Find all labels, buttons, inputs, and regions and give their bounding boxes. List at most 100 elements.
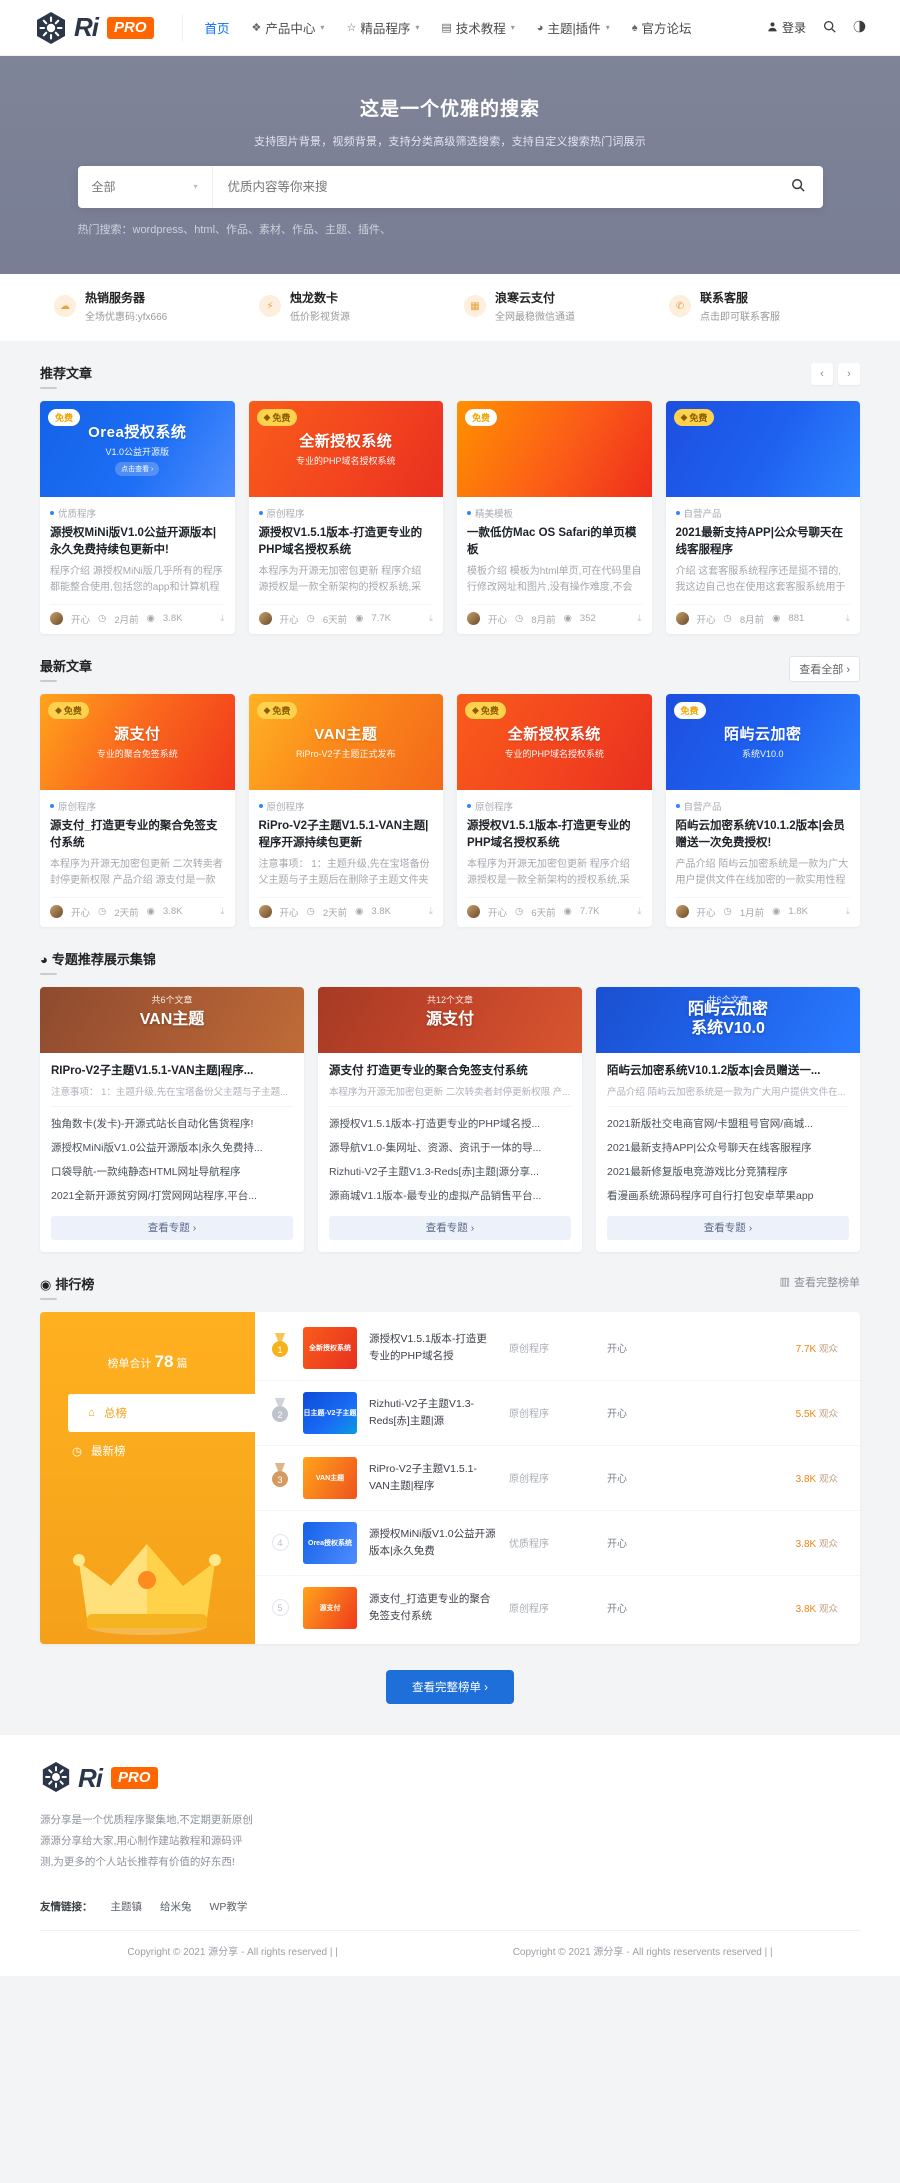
nav-item-forum[interactable]: ♠ 官方论坛 xyxy=(632,18,692,37)
article-author[interactable]: 开心 xyxy=(280,905,299,919)
rank-thumbnail[interactable]: 源支付 xyxy=(303,1586,357,1629)
footer-link-2[interactable]: WP教学 xyxy=(210,1899,248,1914)
rank-title[interactable]: 源授权MiNi版V1.0公益开源版本|永久免费 xyxy=(369,1526,497,1561)
topic-view-button[interactable]: 查看专题 › xyxy=(51,1215,293,1240)
rank-thumbnail[interactable]: VAN主题 xyxy=(303,1456,357,1499)
nav-item-themes[interactable]: ◕ 主题|插件 ▾ xyxy=(537,18,610,37)
article-card[interactable]: ◆ 免费 VAN主题 RiPro-V2子主题正式发布 原创程序 RiPro-V2子… xyxy=(248,693,443,927)
topic-list-item[interactable]: 看漫画系统源码程序可自行打包安卓苹果app xyxy=(607,1188,849,1203)
ranking-tab-latest[interactable]: ◷ 最新榜 xyxy=(40,1432,255,1470)
article-author[interactable]: 开心 xyxy=(697,612,716,626)
nav-item-products[interactable]: ❖ 产品中心 ▾ xyxy=(252,18,325,37)
article-category[interactable]: 优质程序 xyxy=(50,506,225,520)
nav-item-tutorials[interactable]: ▤ 技术教程 ▾ xyxy=(441,18,514,37)
article-thumbnail[interactable]: ◆ 免费 全新授权系统 专业的PHP域名授权系统 xyxy=(248,400,443,497)
article-card[interactable]: 免费 精美模板 一款低仿Mac OS Safari的单页模板 模板介绍 模板为h… xyxy=(457,400,652,634)
carousel-prev-button[interactable]: ‹ xyxy=(811,362,833,385)
rank-author[interactable]: 开心 xyxy=(607,1535,673,1550)
feature-item-payment[interactable]: ▦ 浪寒云支付 全网最稳微信通道 xyxy=(450,290,655,323)
rank-author[interactable]: 开心 xyxy=(607,1470,673,1485)
rank-category[interactable]: 原创程序 xyxy=(509,1600,595,1615)
article-thumbnail[interactable]: 免费 陌屿云加密 系统V10.0 xyxy=(665,693,860,790)
rank-thumbnail[interactable]: Orea授权系统 xyxy=(303,1521,357,1564)
article-author[interactable]: 开心 xyxy=(280,612,299,626)
footer-link-0[interactable]: 主题镇 xyxy=(111,1899,143,1914)
rank-title[interactable]: RiPro-V2子主题V1.5.1-VAN主题|程序 xyxy=(369,1461,497,1496)
search-input[interactable] xyxy=(212,165,773,208)
nav-item-home[interactable]: 首页 xyxy=(205,18,230,37)
topic-list-item[interactable]: 2021全新开源贫穷网/打赏网网站程序,平台... xyxy=(51,1188,293,1203)
article-title[interactable]: 一款低仿Mac OS Safari的单页模板 xyxy=(467,525,642,559)
ranking-row[interactable]: 5 源支付 源支付_打造更专业的聚合免签支付系统 原创程序 开心 3.8K 观众 xyxy=(255,1576,860,1640)
rank-title[interactable]: 源授权V1.5.1版本-打造更专业的PHP域名授 xyxy=(369,1331,497,1366)
download-icon[interactable]: ⤓ xyxy=(846,613,850,624)
article-thumbnail[interactable]: 免费 Orea授权系统 V1.0公益开源版 点击查看 › xyxy=(40,400,235,497)
topic-headline[interactable]: 源支付 打造更专业的聚合免签支付系统 xyxy=(329,1063,571,1079)
site-logo[interactable]: Ri PRO xyxy=(34,11,154,45)
rank-title[interactable]: 源支付_打造更专业的聚合免签支付系统 xyxy=(369,1591,497,1626)
article-card[interactable]: ◆ 免费 全新授权系统 专业的PHP域名授权系统 原创程序 源授权V1.5.1版本… xyxy=(248,400,443,634)
nav-item-premium[interactable]: ☆ 精品程序 ▾ xyxy=(346,18,419,37)
footer-link-1[interactable]: 给米兔 xyxy=(160,1899,192,1914)
article-category[interactable]: 原创程序 xyxy=(258,799,434,813)
topic-list-item[interactable]: 2021最新修复版电竞游戏比分竞猜程序 xyxy=(607,1164,849,1179)
article-title[interactable]: 源授权V1.5.1版本-打造更专业的PHP域名授权系统 xyxy=(467,818,642,852)
article-author[interactable]: 开心 xyxy=(697,905,716,919)
article-category[interactable]: 自营产品 xyxy=(675,799,851,813)
download-icon[interactable]: ⤓ xyxy=(429,906,433,917)
download-icon[interactable]: ⤓ xyxy=(637,906,641,917)
ranking-row[interactable]: 4 Orea授权系统 源授权MiNi版V1.0公益开源版本|永久免费 优质程序 … xyxy=(255,1511,860,1576)
rank-category[interactable]: 优质程序 xyxy=(509,1535,595,1550)
rank-category[interactable]: 原创程序 xyxy=(509,1405,595,1420)
search-submit-button[interactable] xyxy=(773,178,823,195)
article-author[interactable]: 开心 xyxy=(71,905,90,919)
rank-author[interactable]: 开心 xyxy=(607,1340,673,1355)
topic-view-button[interactable]: 查看专题 › xyxy=(607,1215,849,1240)
article-title[interactable]: 源授权V1.5.1版本-打造更专业的PHP域名授权系统 xyxy=(259,525,434,559)
topic-list-item[interactable]: 2021最新支持APP|公众号聊天在线客服程序 xyxy=(607,1140,849,1155)
article-card[interactable]: ◆ 免费 自营产品 2021最新支持APP|公众号聊天在线客服程序 介绍 这套客服… xyxy=(665,400,860,634)
article-title[interactable]: 源授权MiNi版V1.0公益开源版本|永久免费持续包更新中! xyxy=(50,525,225,559)
download-icon[interactable]: ⤓ xyxy=(637,613,641,624)
article-thumbnail[interactable]: ◆ 免费 xyxy=(665,400,860,497)
login-button[interactable]: 登录 xyxy=(767,19,806,36)
feature-item-server[interactable]: ☁ 热销服务器 全场优惠码:yfx666 xyxy=(40,290,245,323)
rank-author[interactable]: 开心 xyxy=(607,1600,673,1615)
topic-list-item[interactable]: 源导航V1.0-集网址、资源、资讯于一体的导... xyxy=(329,1140,571,1155)
article-card[interactable]: ◆ 免费 源支付 专业的聚合免签系统 原创程序 源支付_打造更专业的聚合免签支付系… xyxy=(40,693,235,927)
article-author[interactable]: 开心 xyxy=(71,612,90,626)
topic-list-item[interactable]: 源授权V1.5.1版本-打造更专业的PHP域名授... xyxy=(329,1116,571,1131)
rank-category[interactable]: 原创程序 xyxy=(509,1340,595,1355)
topic-card[interactable]: 共12个文章 源支付 源支付 打造更专业的聚合免签支付系统 本程序为开源无加密包… xyxy=(318,986,582,1252)
article-category[interactable]: 自营产品 xyxy=(675,506,851,520)
article-title[interactable]: 陌屿云加密系统V10.1.2版本|会员赠送一次免费授权! xyxy=(676,818,851,852)
rank-author[interactable]: 开心 xyxy=(607,1405,673,1420)
hot-search-terms[interactable]: wordpress、html、作品、素材、作品、主题、插件、 xyxy=(133,224,392,236)
article-category[interactable]: 原创程序 xyxy=(258,506,434,520)
download-icon[interactable]: ⤓ xyxy=(220,613,224,624)
ranking-row[interactable]: 3 VAN主题 RiPro-V2子主题V1.5.1-VAN主题|程序 原创程序 … xyxy=(255,1446,860,1511)
download-icon[interactable]: ⤓ xyxy=(429,613,433,624)
rank-category[interactable]: 原创程序 xyxy=(509,1470,595,1485)
article-thumbnail[interactable]: ◆ 免费 全新授权系统 专业的PHP域名授权系统 xyxy=(457,693,652,790)
article-author[interactable]: 开心 xyxy=(488,905,507,919)
ranking-row[interactable]: 1 全新授权系统 源授权V1.5.1版本-打造更专业的PHP域名授 原创程序 开… xyxy=(255,1316,860,1381)
ranking-tab-overall[interactable]: ⌂ 总榜 xyxy=(68,1393,255,1432)
feature-item-card[interactable]: ⚡ 烛龙数卡 低价影视货源 xyxy=(245,290,450,323)
topic-view-button[interactable]: 查看专题 › xyxy=(329,1215,571,1240)
rank-thumbnail[interactable]: 日主题-V2子主题 xyxy=(303,1391,357,1434)
article-author[interactable]: 开心 xyxy=(488,612,507,626)
ranking-full-button[interactable]: 查看完整榜单 › xyxy=(385,1669,515,1704)
search-category-select[interactable]: 全部 ▾ xyxy=(78,165,213,208)
carousel-next-button[interactable]: › xyxy=(838,362,860,385)
topic-card[interactable]: 共6个文章 陌屿云加密 系统V10.0 陌屿云加密系统V10.1.2版本|会员赠送… xyxy=(596,986,860,1252)
topic-list-item[interactable]: 独角数卡(发卡)-开源式站长自动化售货程序! xyxy=(51,1116,293,1131)
theme-toggle-button[interactable] xyxy=(853,20,866,36)
topic-headline[interactable]: RIPro-V2子主题V1.5.1-VAN主题|程序... xyxy=(51,1063,293,1079)
topic-list-item[interactable]: 2021新版社交电商官网/卡盟租号官网/商城... xyxy=(607,1116,849,1131)
ranking-row[interactable]: 2 日主题-V2子主题 Rizhuti-V2子主题V1.3-Reds[赤]主题|… xyxy=(255,1381,860,1446)
article-category[interactable]: 精美模板 xyxy=(467,506,642,520)
topic-list-item[interactable]: 口袋导航-一款纯静态HTML网址导航程序 xyxy=(51,1164,293,1179)
article-card[interactable]: 免费 Orea授权系统 V1.0公益开源版 点击查看 › 优质程序 源授权MiN… xyxy=(40,400,235,634)
ranking-view-full-link[interactable]: ▥ 查看完整榜单 xyxy=(780,1274,860,1290)
